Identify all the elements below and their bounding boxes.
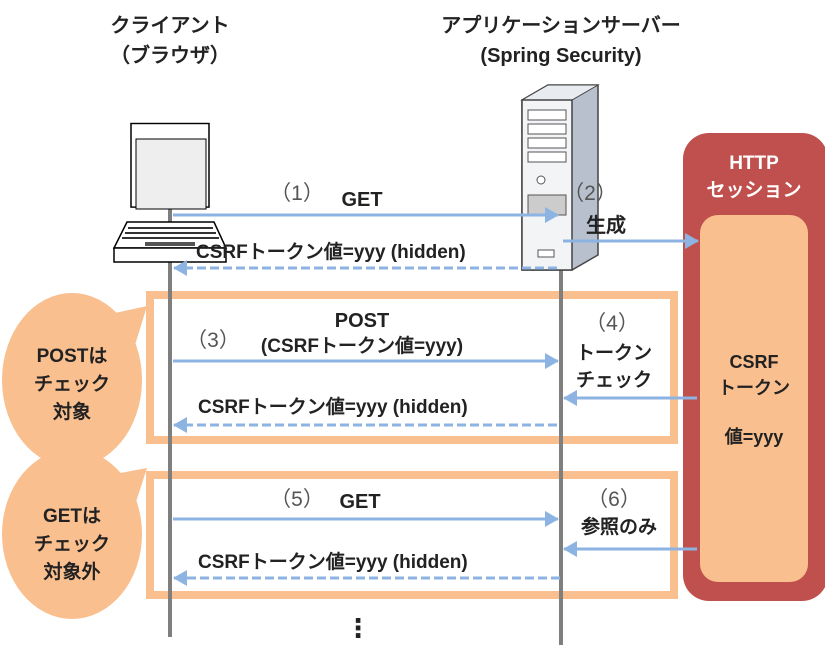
step-6-label: 参照のみ (581, 515, 657, 538)
server-title: アプリケーションサーバー (441, 14, 680, 37)
get-callout: GETは チェック 対象外 (2, 449, 147, 619)
step-1-num: （1） (270, 182, 324, 205)
return-2-label: CSRFトークン値=yyy (hidden) (198, 396, 468, 418)
session-title-1: HTTP (729, 153, 779, 174)
step-3-label-2: (CSRFトークン値=yyy) (261, 335, 463, 357)
step-1-label: GET (341, 189, 382, 211)
get-callout-line-3: 対象外 (42, 560, 100, 583)
step-4-num: （4） (585, 312, 639, 335)
post-callout: POSTは チェック 対象 (2, 293, 147, 467)
continuation-ellipsis: ⋮ (345, 613, 371, 643)
client-subtitle: （ブラウザ） (110, 43, 230, 67)
token-label-1: CSRF (730, 352, 779, 372)
csrf-sequence-diagram: HTTP セッション CSRF トークン 値=yyy クライアント （ブラウザ）… (2, 14, 825, 645)
step-4-label-1: トークン (576, 342, 652, 364)
step-2-num: （2） (563, 182, 617, 205)
get-callout-line-2: チェック (34, 533, 110, 555)
post-callout-line-3: 対象 (52, 400, 91, 423)
client-title: クライアント (110, 14, 229, 37)
step-2-label: 生成 (586, 213, 626, 237)
token-value: 値=yyy (724, 426, 784, 447)
session-title-2: セッション (706, 180, 801, 201)
token-label-2: トークン (718, 378, 790, 398)
step-5-num: （5） (270, 488, 324, 511)
csrf-token-store (700, 215, 808, 582)
get-callout-line-1: GETは (43, 506, 101, 527)
post-callout-line-2: チェック (34, 373, 110, 395)
step-5-label: GET (339, 491, 380, 513)
step-4-label-2: チェック (576, 369, 652, 391)
server-subtitle: (Spring Security) (480, 45, 641, 67)
return-1-label: CSRFトークン値=yyy (hidden) (196, 241, 466, 263)
step-6-num: （6） (587, 488, 641, 511)
step-3-label-1: POST (335, 310, 389, 332)
return-3-label: CSRFトークン値=yyy (hidden) (198, 551, 468, 573)
post-callout-line-1: POSTは (37, 346, 108, 367)
step-3-num: （3） (186, 329, 240, 352)
